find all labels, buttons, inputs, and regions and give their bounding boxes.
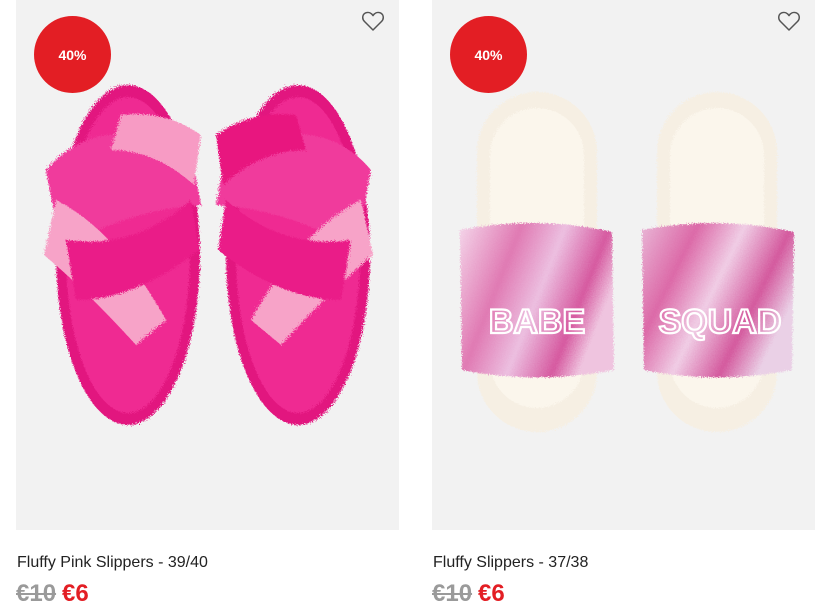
- product-name[interactable]: Fluffy Pink Slippers - 39/40: [17, 554, 208, 572]
- sale-price: €6: [478, 580, 505, 607]
- heart-outline-icon: [778, 11, 800, 31]
- old-price: €10: [432, 580, 473, 607]
- product-name[interactable]: Fluffy Slippers - 37/38: [433, 554, 588, 572]
- wishlist-heart-icon[interactable]: [777, 10, 805, 38]
- sale-price: €6: [62, 580, 89, 607]
- product-card[interactable]: BABE SQUAD 40% Fluffy Slippers - 37/38 €…: [432, 0, 815, 615]
- slipper-print-squad: SQUAD: [659, 303, 782, 341]
- discount-badge: 40%: [34, 16, 111, 93]
- product-card[interactable]: 40% Fluffy Pink Slippers - 39/40 €10 €6: [16, 0, 399, 615]
- product-image-pink-slippers[interactable]: 40%: [16, 0, 399, 530]
- price-row: €10 €6: [16, 580, 89, 612]
- price-row: €10 €6: [432, 580, 505, 612]
- old-price: €10: [16, 580, 57, 607]
- slipper-print-babe: BABE: [489, 303, 585, 341]
- product-image-fluffy-slippers[interactable]: BABE SQUAD 40%: [432, 0, 815, 530]
- wishlist-heart-icon[interactable]: [361, 10, 389, 38]
- heart-outline-icon: [362, 11, 384, 31]
- discount-badge: 40%: [450, 16, 527, 93]
